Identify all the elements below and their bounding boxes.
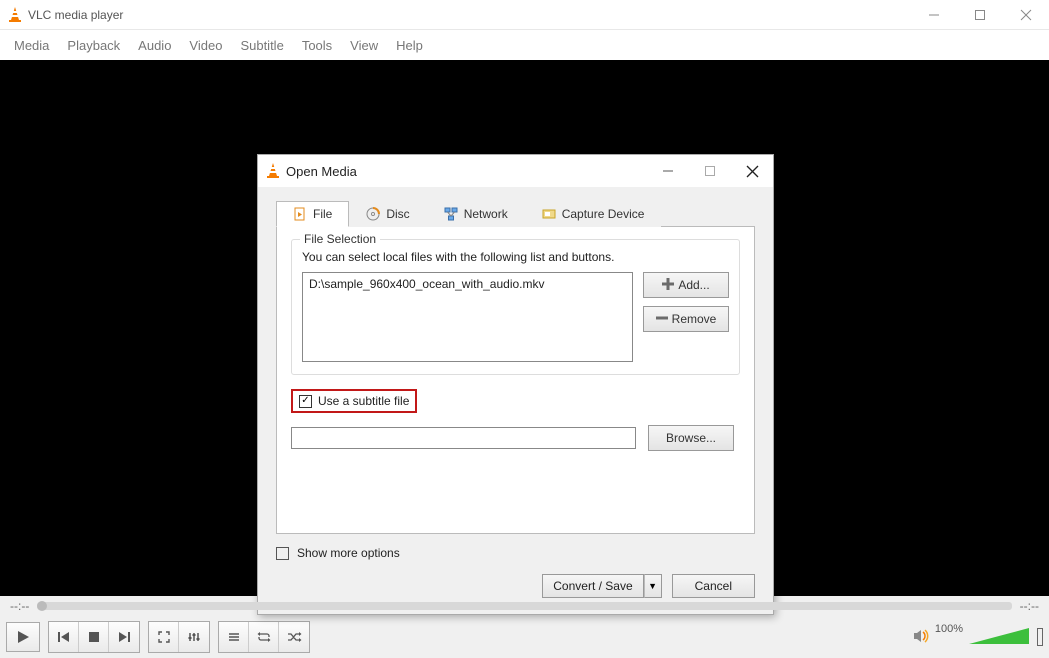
subtitle-checkbox-row: ✓ Use a subtitle file — [291, 389, 740, 413]
menu-media[interactable]: Media — [14, 38, 49, 53]
show-more-checkbox[interactable] — [276, 547, 289, 560]
tab-network-label: Network — [464, 207, 508, 221]
volume-percent: 100% — [935, 623, 963, 635]
main-window-controls — [911, 0, 1049, 30]
dialog-title: Open Media — [286, 164, 647, 179]
show-more-row: Show more options — [276, 546, 755, 560]
seek-slider[interactable] — [37, 602, 1011, 610]
file-selection-group: File Selection You can select local file… — [291, 239, 740, 375]
menu-subtitle[interactable]: Subtitle — [240, 38, 283, 53]
menu-audio[interactable]: Audio — [138, 38, 171, 53]
previous-button[interactable] — [49, 622, 79, 652]
playlist-button[interactable] — [219, 622, 249, 652]
add-button-label: Add... — [678, 278, 709, 292]
tab-disc[interactable]: Disc — [349, 201, 426, 227]
convert-save-button[interactable]: Convert / Save ▼ — [542, 574, 661, 598]
dialog-close-button[interactable] — [731, 155, 773, 187]
tab-file-body: File Selection You can select local file… — [276, 226, 755, 534]
loop-button[interactable] — [249, 622, 279, 652]
view-group — [148, 621, 210, 653]
browse-button[interactable]: Browse... — [648, 425, 734, 451]
time-elapsed: --:-- — [10, 599, 29, 613]
maximize-button[interactable] — [957, 0, 1003, 30]
main-titlebar: VLC media player — [0, 0, 1049, 30]
tab-capture[interactable]: Capture Device — [525, 201, 662, 227]
vlc-cone-icon — [8, 7, 22, 23]
play-icon — [16, 630, 30, 644]
transport-group — [48, 621, 140, 653]
cancel-button[interactable]: Cancel — [672, 574, 755, 598]
file-selection-legend: File Selection — [300, 232, 380, 246]
dropdown-arrow-icon[interactable]: ▼ — [644, 574, 662, 598]
file-selection-help: You can select local files with the foll… — [302, 250, 729, 264]
open-media-dialog: Open Media File Disc Network Ca — [257, 154, 774, 615]
convert-save-label: Convert / Save — [542, 574, 643, 598]
playlist-group — [218, 621, 310, 653]
network-icon — [444, 207, 458, 221]
extended-settings-button[interactable] — [179, 622, 209, 652]
main-menubar: Media Playback Audio Video Subtitle Tool… — [0, 30, 1049, 60]
time-total: --:-- — [1020, 599, 1039, 613]
next-button[interactable] — [109, 622, 139, 652]
file-list-item[interactable]: D:\sample_960x400_ocean_with_audio.mkv — [309, 277, 626, 291]
main-window-title: VLC media player — [28, 8, 911, 22]
subtitle-checkbox-label: Use a subtitle file — [318, 394, 409, 408]
menu-video[interactable]: Video — [189, 38, 222, 53]
tab-file-label: File — [313, 207, 332, 221]
highlight-annotation: ✓ Use a subtitle file — [291, 389, 417, 413]
minus-icon — [656, 312, 668, 327]
shuffle-button[interactable] — [279, 622, 309, 652]
dialog-tabs: File Disc Network Capture Device — [258, 187, 773, 227]
vlc-cone-icon — [266, 163, 280, 179]
tab-capture-label: Capture Device — [562, 207, 645, 221]
tab-network[interactable]: Network — [427, 201, 525, 227]
stop-button[interactable] — [79, 622, 109, 652]
dialog-minimize-button[interactable] — [647, 155, 689, 187]
browse-button-label: Browse... — [666, 431, 716, 445]
remove-button-label: Remove — [672, 312, 717, 326]
file-icon — [293, 207, 307, 221]
menu-help[interactable]: Help — [396, 38, 423, 53]
dialog-window-controls — [647, 155, 773, 187]
subtitle-checkbox[interactable]: ✓ — [299, 395, 312, 408]
cancel-button-label: Cancel — [695, 579, 732, 593]
fullscreen-button[interactable] — [149, 622, 179, 652]
subtitle-path-input[interactable] — [291, 427, 636, 449]
menu-view[interactable]: View — [350, 38, 378, 53]
tab-disc-label: Disc — [386, 207, 409, 221]
volume-area: 100% — [913, 628, 1043, 646]
minimize-button[interactable] — [911, 0, 957, 30]
show-more-label: Show more options — [297, 546, 400, 560]
file-list[interactable]: D:\sample_960x400_ocean_with_audio.mkv — [302, 272, 633, 362]
speaker-icon[interactable] — [913, 629, 929, 646]
menu-tools[interactable]: Tools — [302, 38, 332, 53]
volume-max-indicator — [1037, 628, 1043, 646]
plus-icon — [662, 278, 674, 293]
close-button[interactable] — [1003, 0, 1049, 30]
dialog-maximize-button[interactable] — [689, 155, 731, 187]
dialog-titlebar: Open Media — [258, 155, 773, 187]
playback-controls: 100% — [0, 616, 1049, 658]
tab-file[interactable]: File — [276, 201, 349, 227]
disc-icon — [366, 207, 380, 221]
capture-icon — [542, 207, 556, 221]
video-area: Open Media File Disc Network Ca — [0, 60, 1049, 596]
play-button[interactable] — [6, 622, 40, 652]
volume-slider[interactable] — [969, 628, 1029, 646]
menu-playback[interactable]: Playback — [67, 38, 120, 53]
remove-button[interactable]: Remove — [643, 306, 729, 332]
add-button[interactable]: Add... — [643, 272, 729, 298]
